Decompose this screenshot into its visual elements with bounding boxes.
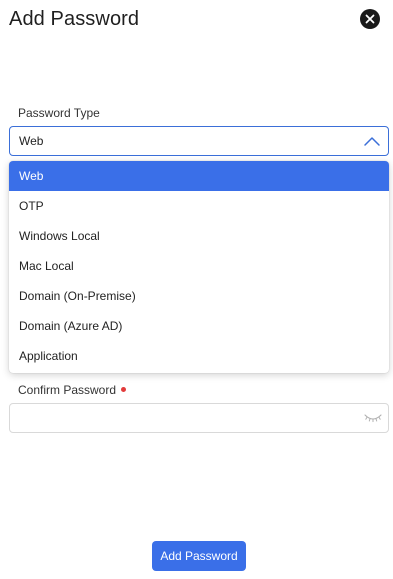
option-domain-on-premise[interactable]: Domain (On-Premise) [9, 281, 389, 311]
option-web[interactable]: Web [9, 161, 389, 191]
add-password-button[interactable]: Add Password [152, 541, 246, 571]
password-type-label: Password Type [18, 106, 100, 120]
required-indicator [121, 387, 127, 393]
confirm-password-input[interactable] [10, 404, 350, 432]
confirm-password-label-text: Confirm Password [18, 383, 117, 397]
confirm-password-field-wrapper [9, 403, 389, 433]
option-otp[interactable]: OTP [9, 191, 389, 221]
dialog-title: Add Password [9, 8, 140, 30]
password-type-select[interactable]: Web [9, 126, 389, 156]
password-type-selected-value: Web [19, 134, 44, 148]
close-icon [365, 14, 375, 24]
option-domain-azure-ad[interactable]: Domain (Azure AD) [9, 311, 389, 341]
eye-closed-icon[interactable] [364, 412, 382, 424]
option-windows-local[interactable]: Windows Local [9, 221, 389, 251]
option-mac-local[interactable]: Mac Local [9, 251, 389, 281]
chevron-up-icon [364, 137, 380, 146]
close-button[interactable] [360, 9, 380, 29]
add-password-dialog: Add Password Password Type Web Web OTP W… [0, 0, 393, 579]
password-type-dropdown: Web OTP Windows Local Mac Local Domain (… [9, 161, 389, 373]
option-application[interactable]: Application [9, 341, 389, 371]
confirm-password-label: Confirm Password [18, 383, 127, 397]
